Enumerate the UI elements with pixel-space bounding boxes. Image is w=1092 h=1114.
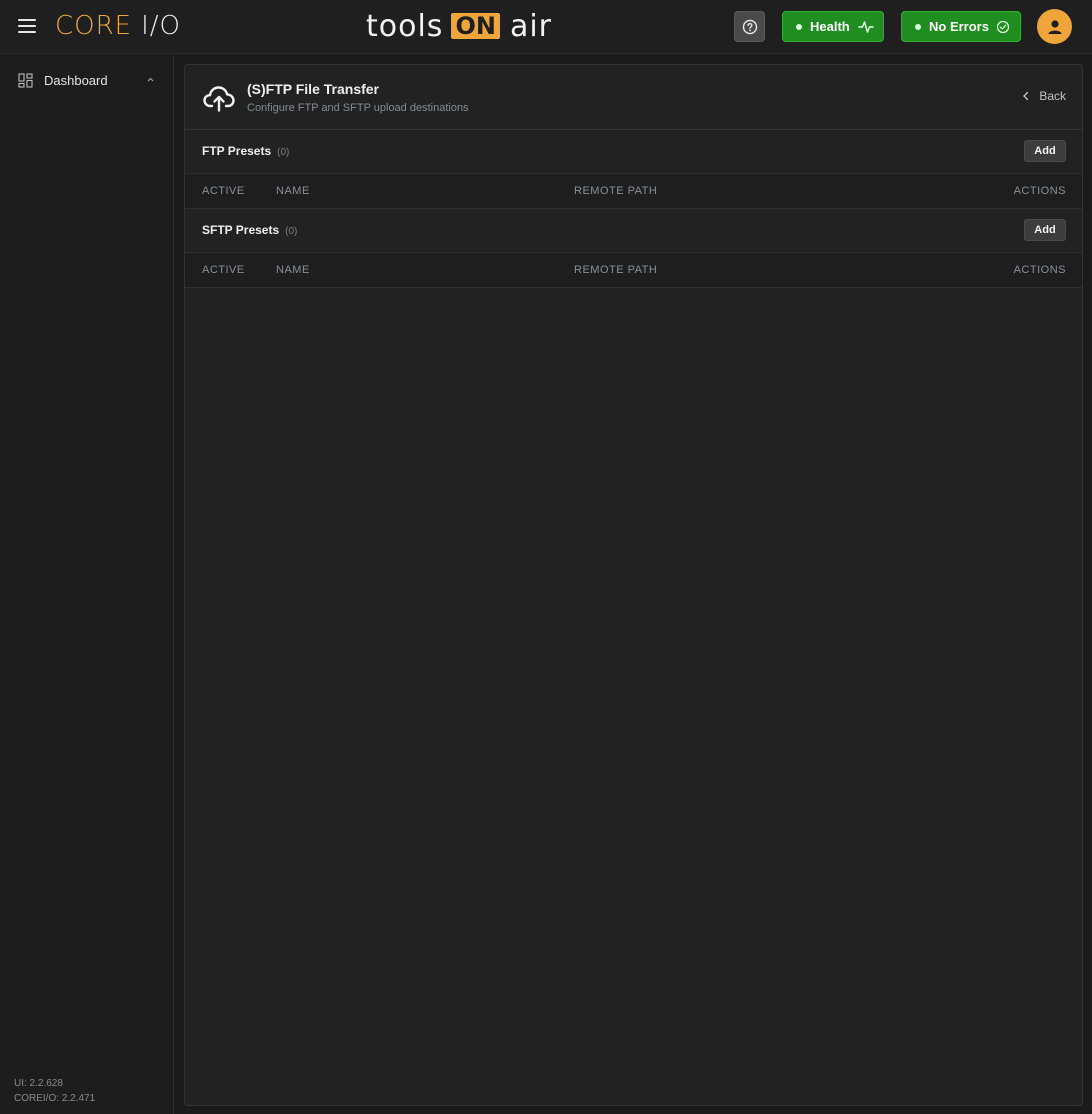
errors-label: No Errors: [929, 19, 989, 34]
core-version: COREI/O: 2.2.471: [14, 1093, 96, 1104]
version-info: UI: 2.2.628 COREI/O: 2.2.471: [14, 1076, 95, 1106]
add-ftp-preset-button[interactable]: Add: [1024, 140, 1066, 162]
ui-version: UI: 2.2.628: [14, 1078, 63, 1089]
health-button[interactable]: Health: [782, 11, 884, 42]
add-sftp-preset-button[interactable]: Add: [1024, 219, 1066, 241]
ftp-presets-count: (0): [277, 147, 290, 158]
ftp-presets-title: FTP Presets (0): [202, 144, 289, 158]
top-bar: CORE I/O tools ON air Health No Errors: [0, 0, 1092, 54]
column-header-actions: ACTIONS: [1013, 185, 1066, 197]
ftp-presets-label: FTP Presets: [202, 144, 272, 158]
ftp-presets-header: FTP Presets (0) Add: [185, 130, 1082, 174]
column-header-name[interactable]: NAME: [276, 264, 310, 276]
user-icon: [1048, 19, 1061, 34]
sftp-presets-header: SFTP Presets (0) Add: [185, 209, 1082, 253]
question-circle-icon: [742, 19, 757, 34]
tools-on-air-logo: tools ON air: [366, 8, 552, 44]
brand-core-text: CORE: [55, 11, 133, 41]
hamburger-menu-icon[interactable]: [16, 16, 38, 38]
sftp-presets-count: (0): [285, 226, 298, 237]
logo-tools-text: tools: [366, 8, 444, 44]
sidebar-item-label: Dashboard: [44, 72, 108, 88]
page-header: (S)FTP File Transfer Configure FTP and S…: [185, 65, 1082, 130]
chevron-left-icon: [1023, 91, 1029, 101]
check-circle-icon: [996, 20, 1010, 33]
status-dot-icon: [796, 23, 802, 30]
column-header-active[interactable]: ACTIVE: [202, 264, 245, 276]
column-header-name[interactable]: NAME: [276, 185, 310, 197]
main-panel: (S)FTP File Transfer Configure FTP and S…: [184, 64, 1083, 1106]
dashboard-icon: [18, 72, 33, 88]
logo-on-badge: ON: [451, 13, 500, 39]
help-button[interactable]: [734, 11, 765, 42]
user-avatar[interactable]: [1037, 9, 1072, 44]
sidebar-item-dashboard[interactable]: Dashboard: [0, 67, 173, 93]
back-label: Back: [1039, 89, 1066, 103]
sftp-presets-title: SFTP Presets (0): [202, 223, 297, 237]
cloud-upload-icon: [203, 86, 235, 112]
sftp-table-header: ACTIVE NAME REMOTE PATH ACTIONS: [185, 253, 1082, 288]
column-header-remote-path[interactable]: REMOTE PATH: [574, 264, 657, 276]
column-header-active[interactable]: ACTIVE: [202, 185, 245, 197]
errors-button[interactable]: No Errors: [901, 11, 1021, 42]
page-title: (S)FTP File Transfer: [247, 81, 379, 97]
brand-io-text: I/O: [141, 11, 182, 41]
pulse-icon: [858, 20, 874, 33]
core-io-logo[interactable]: CORE I/O: [55, 10, 181, 42]
page-subtitle: Configure FTP and SFTP upload destinatio…: [247, 102, 469, 114]
sidebar: Dashboard UI: 2.2.628 COREI/O: 2.2.471: [0, 55, 174, 1114]
ftp-table-header: ACTIVE NAME REMOTE PATH ACTIONS: [185, 174, 1082, 209]
status-dot-icon: [915, 23, 921, 30]
health-label: Health: [810, 19, 850, 34]
column-header-remote-path[interactable]: REMOTE PATH: [574, 185, 657, 197]
back-button[interactable]: Back: [1022, 89, 1066, 103]
chevron-up-icon: [147, 77, 154, 82]
sftp-presets-label: SFTP Presets: [202, 223, 280, 237]
column-header-actions: ACTIONS: [1013, 264, 1066, 276]
logo-air-text: air: [509, 8, 552, 44]
